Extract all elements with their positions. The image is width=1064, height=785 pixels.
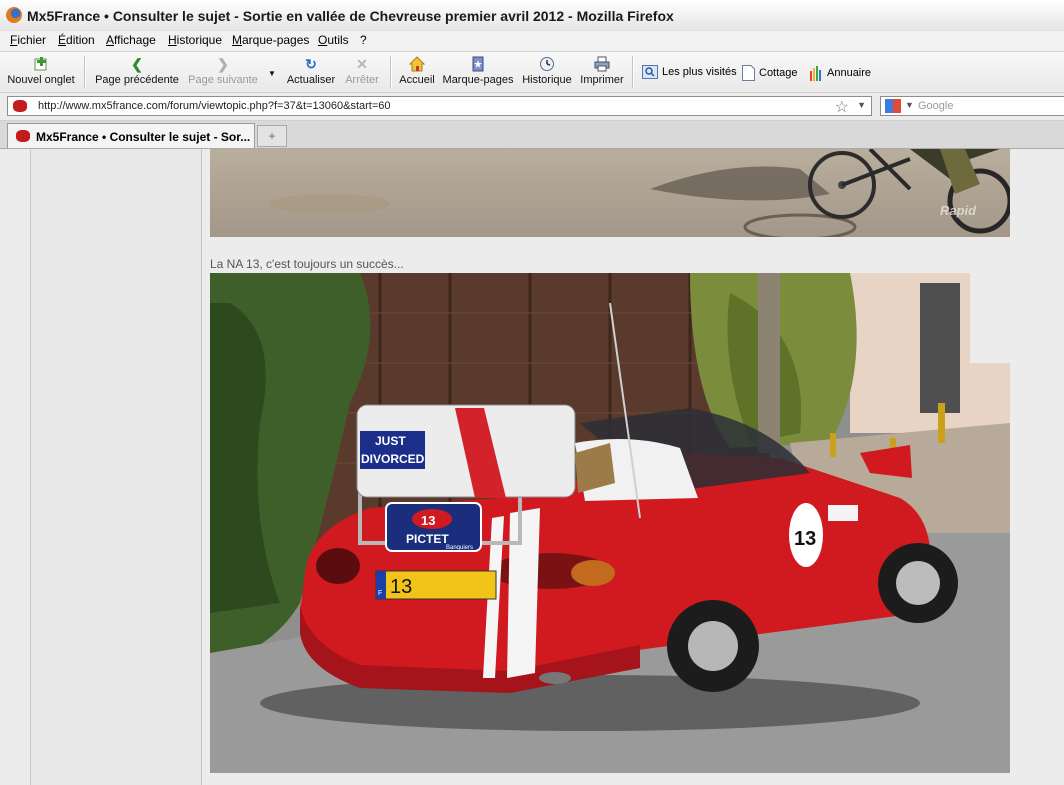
rally-sponsor-sub: Banquiers [446, 545, 473, 551]
new-tab-icon [33, 56, 49, 72]
tab-label: Mx5France • Consulter le sujet - Sor... [36, 130, 251, 144]
menu-help[interactable]: ? [360, 33, 367, 47]
tab-favicon-icon [16, 130, 30, 142]
search-engine-dropdown-icon[interactable]: ▼ [905, 100, 914, 110]
search-box[interactable]: ▼ Google [880, 96, 1064, 116]
rally-number: 13 [421, 513, 435, 528]
home-button[interactable]: Accueil [396, 54, 438, 90]
url-toolbar: http://www.mx5france.com/forum/viewtopic… [0, 93, 1064, 121]
toolbar-divider [390, 56, 392, 88]
google-engine-icon[interactable] [885, 99, 901, 113]
print-label: Imprimer [580, 74, 624, 86]
forward-arrow-icon: ❯ [217, 56, 229, 72]
forward-label: Page suivante [188, 74, 258, 86]
window-title: Mx5France • Consulter le sujet - Sortie … [27, 8, 674, 24]
menu-marque-pages[interactable]: Marque-pages [232, 33, 309, 47]
site-favicon-icon [13, 100, 27, 112]
new-tab-button[interactable]: Nouvel onglet [4, 54, 78, 90]
menu-bar: Fichier Édition Affichage Historique Mar… [0, 31, 1064, 52]
home-label: Accueil [399, 74, 435, 86]
menu-outils[interactable]: Outils [318, 33, 349, 47]
bicycles-photo-drawing: Rapid [210, 149, 1010, 237]
bookmark-cottage-label: Cottage [759, 67, 798, 79]
tab-active[interactable]: Mx5France • Consulter le sujet - Sor... [7, 123, 255, 148]
bookmarks-icon [470, 56, 486, 72]
post-author-column [31, 149, 202, 785]
url-text: http://www.mx5france.com/forum/viewtopic… [38, 100, 391, 112]
toolbar-divider [84, 56, 86, 88]
dropdown-arrow-icon: ▼ [268, 69, 276, 78]
annuaire-icon [810, 66, 821, 81]
history-dropdown-button[interactable]: ▼ [264, 54, 278, 90]
menu-affichage[interactable]: Affichage [106, 33, 156, 47]
back-arrow-icon: ❮ [131, 56, 143, 72]
history-label: Historique [522, 74, 572, 86]
firefox-logo-icon [6, 7, 22, 23]
reload-button[interactable]: ↻ Actualiser [284, 54, 338, 90]
bookmark-annuaire-label: Annuaire [827, 67, 872, 79]
stop-label: Arrêter [345, 74, 379, 86]
url-bar[interactable]: http://www.mx5france.com/forum/viewtopic… [7, 96, 872, 116]
sticker-line1: JUST [375, 434, 406, 448]
bookmark-star-icon[interactable]: ☆ [835, 97, 849, 117]
navigation-toolbar: Nouvel onglet ❮ Page précédente ❯ Page s… [0, 52, 1064, 93]
printer-icon [594, 56, 610, 72]
sticker-line2: DIVORCED [361, 452, 425, 466]
toolbar-divider [632, 56, 634, 88]
reload-icon: ↻ [305, 56, 317, 72]
back-button[interactable]: ❮ Page précédente [92, 54, 182, 90]
stop-button[interactable]: ✕ Arrêter [340, 54, 384, 90]
bookmark-cottage[interactable]: Cottage [742, 65, 798, 81]
post-caption: La NA 13, c'est toujours un succès... [210, 257, 404, 271]
search-placeholder: Google [918, 100, 954, 112]
window-titlebar: Mx5France • Consulter le sujet - Sortie … [0, 0, 1064, 32]
new-tab-label: Nouvel onglet [7, 74, 75, 86]
forward-button[interactable]: ❯ Page suivante [185, 54, 261, 90]
stop-icon: ✕ [356, 56, 368, 72]
bookmark-most-visited[interactable]: Les plus visités [642, 65, 737, 79]
url-dropdown-icon[interactable]: ▼ [857, 100, 866, 110]
reload-label: Actualiser [286, 74, 336, 86]
page-content: Rapid La NA 13, c'est toujours un succès… [0, 149, 1064, 785]
bookmark-annuaire[interactable]: Annuaire [809, 65, 871, 81]
plate-country: F [378, 590, 382, 597]
clock-icon [539, 56, 555, 72]
bookmarks-button[interactable]: Marque-pages [440, 54, 516, 90]
post-body: Rapid La NA 13, c'est toujours un succès… [202, 149, 1064, 785]
menu-fichier[interactable]: Fichier [10, 33, 46, 47]
back-label: Page précédente [95, 74, 179, 86]
photo-watermark: Rapid [940, 203, 977, 218]
new-tab-plus-button[interactable]: + [257, 125, 287, 147]
left-gutter [0, 149, 31, 785]
most-visited-icon [642, 65, 658, 79]
bookmarks-label: Marque-pages [442, 74, 514, 86]
print-button[interactable]: Imprimer [577, 54, 627, 90]
bookmark-most-visited-label: Les plus visités [662, 66, 737, 78]
home-icon [408, 56, 426, 72]
plate-number: 13 [390, 576, 412, 598]
post-photo-red-car[interactable]: JUST DIVORCED 13 PICTET Banquiers F 13 1… [210, 273, 1010, 773]
post-photo-bicycles: Rapid [210, 149, 1010, 237]
history-button[interactable]: Historique [519, 54, 575, 90]
menu-edition[interactable]: Édition [58, 33, 95, 47]
menu-historique[interactable]: Historique [168, 33, 222, 47]
tab-strip: Mx5France • Consulter le sujet - Sor... … [0, 121, 1064, 149]
red-car-photo-drawing: JUST DIVORCED 13 PICTET Banquiers F 13 1… [210, 273, 1010, 773]
page-icon [742, 65, 755, 81]
door-number: 13 [794, 528, 816, 550]
rally-sponsor: PICTET [406, 532, 449, 546]
